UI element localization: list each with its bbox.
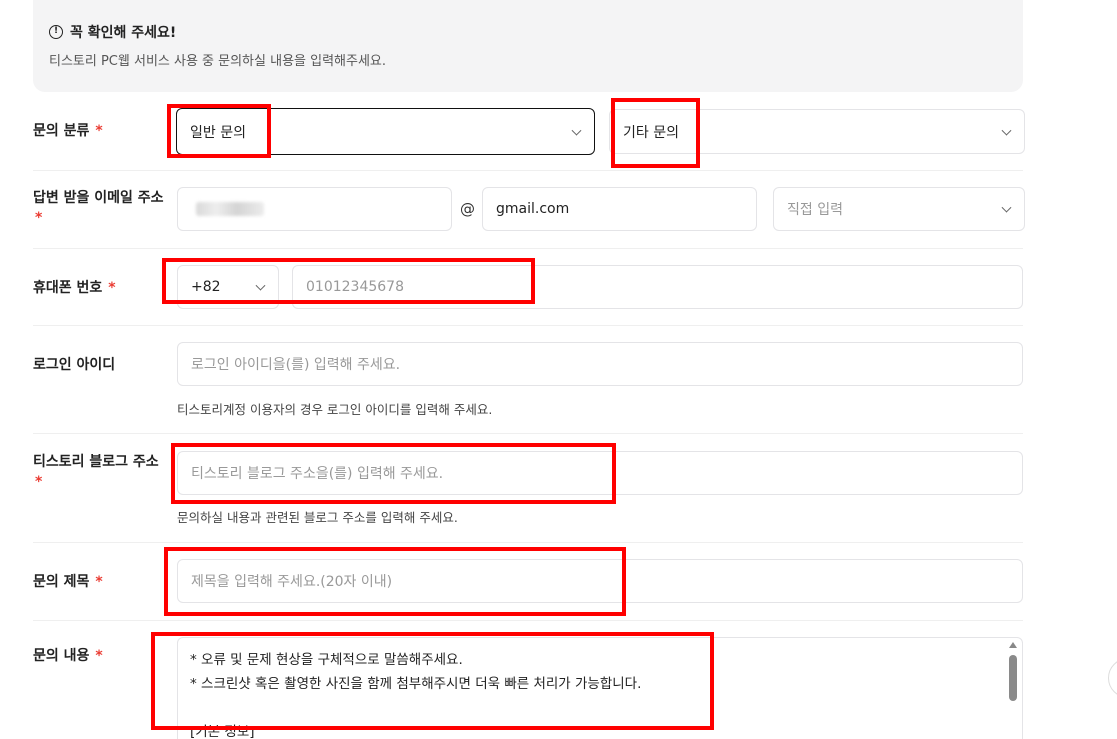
login-id-label: 로그인 아이디 [33,357,116,373]
chevron-down-icon [1001,202,1012,213]
login-id-input[interactable]: 로그인 아이디을(를) 입력해 주세요. [177,342,1023,386]
content-line: [기본 정보] [190,724,255,739]
content-textarea[interactable]: * 오류 및 문제 현상을 구체적으로 말씀해주세요. * 스크린샷 혹은 촬영… [177,637,1023,739]
country-code-select[interactable]: +82 [177,265,279,309]
divider [33,620,1023,621]
blog-address-hint: 문의하실 내용과 관련된 블로그 주소를 입력해 주세요. [177,510,458,525]
category-secondary-select[interactable]: 기타 문의 [609,109,1025,154]
chevron-down-icon [1001,125,1012,136]
content-line: * 오류 및 문제 현상을 구체적으로 말씀해주세요. [190,652,463,668]
email-domain-select[interactable]: 직접 입력 [773,187,1025,231]
email-domain-select-placeholder: 직접 입력 [787,202,843,218]
email-local-input[interactable] [177,187,452,231]
content-label: 문의 내용 * [33,648,103,664]
phone-number-input[interactable]: 01012345678 [292,265,1023,309]
required-mark: * [95,574,103,590]
at-sign: @ [460,200,475,218]
blog-address-label: 티스토리 블로그 주소 * [33,452,168,492]
category-primary-select[interactable]: 일반 문의 [176,108,595,155]
floating-side-button[interactable] [1108,658,1117,698]
email-domain-input[interactable]: gmail.com [482,187,757,231]
required-mark: * [35,474,43,490]
divider [33,542,1023,543]
required-mark: * [95,123,103,139]
divider [33,433,1023,434]
content-line [190,696,1010,720]
divider [33,248,1023,249]
required-mark: * [35,210,43,226]
scroll-up-arrow-icon[interactable] [1009,642,1017,648]
content-line: * 스크린샷 혹은 촬영한 사진을 함께 첨부해주시면 더욱 빠른 처리가 가능… [190,676,642,692]
subject-placeholder: 제목을 입력해 주세요.(20자 이내) [191,574,393,590]
required-mark: * [108,280,116,296]
email-domain-value: gmail.com [496,201,570,217]
category-secondary-value: 기타 문의 [623,124,679,141]
subject-input[interactable]: 제목을 입력해 주세요.(20자 이내) [177,559,1023,603]
country-code-value: +82 [191,279,221,295]
notice-box: ! 꼭 확인해 주세요! 티스토리 PC웹 서비스 사용 중 문의하실 내용을 … [33,0,1023,92]
login-id-placeholder: 로그인 아이디을(를) 입력해 주세요. [191,357,401,373]
email-label: 답변 받을 이메일 주소 * [33,188,168,228]
required-mark: * [95,648,103,664]
blurred-email-value [196,202,264,216]
notice-description: 티스토리 PC웹 서비스 사용 중 문의하실 내용을 입력해주세요. [49,54,387,69]
divider [33,170,1023,171]
scroll-thumb[interactable] [1009,655,1017,701]
info-icon: ! [49,25,63,39]
phone-number-placeholder: 01012345678 [306,279,404,295]
subject-label: 문의 제목 * [33,574,103,590]
chevron-down-icon [255,280,266,291]
notice-title: 꼭 확인해 주세요! [70,25,177,41]
divider [33,325,1023,326]
category-label: 문의 분류 * [33,123,103,139]
login-id-hint: 티스토리계정 이용자의 경우 로그인 아이디를 입력해 주세요. [177,402,493,417]
phone-label: 휴대폰 번호 * [33,280,116,296]
chevron-down-icon [571,125,582,136]
blog-address-placeholder: 티스토리 블로그 주소을(를) 입력해 주세요. [191,466,444,482]
category-primary-value: 일반 문의 [190,124,246,141]
blog-address-input[interactable]: 티스토리 블로그 주소을(를) 입력해 주세요. [177,451,1023,495]
content-scrollbar[interactable] [1007,640,1019,739]
